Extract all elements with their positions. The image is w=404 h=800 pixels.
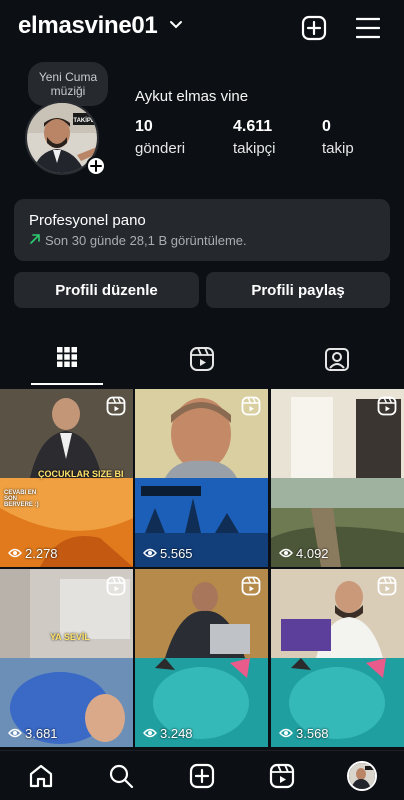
reel-badge-icon — [241, 576, 261, 596]
reels-icon — [189, 346, 215, 377]
view-count: 3.248 — [143, 726, 193, 741]
view-count: 3.681 — [8, 726, 58, 741]
eye-icon — [8, 546, 22, 561]
tagged-icon — [324, 346, 350, 377]
dashboard-title: Profesyonel pano — [29, 212, 146, 229]
posts-grid: ÇOCUKLAR SIZE BI CEVABI EN SON BERVERE :… — [0, 389, 404, 749]
professional-dashboard[interactable]: Profesyonel pano Son 30 günde 28,1 B gör… — [14, 199, 390, 261]
create-icon[interactable] — [187, 761, 217, 791]
reel-badge-icon — [241, 396, 261, 416]
edit-profile-button[interactable]: Profili düzenle — [14, 272, 199, 308]
reel-badge-icon — [377, 396, 397, 416]
followers-label: takipçi — [233, 140, 276, 157]
post-caption-4: YA SEVİL — [50, 632, 90, 642]
tab-grid[interactable] — [0, 340, 134, 386]
home-icon[interactable] — [26, 761, 56, 791]
post-caption-1: ÇOCUKLAR SIZE BI — [38, 469, 124, 479]
tab-tagged[interactable] — [270, 340, 404, 386]
menu-icon[interactable] — [352, 12, 384, 44]
active-tab-indicator — [31, 383, 103, 385]
followers-count: 4.611 — [233, 118, 273, 135]
post-thumbnail-2[interactable]: 5.565 — [135, 389, 268, 567]
username-switcher[interactable]: elmasvine01 — [18, 12, 158, 40]
add-story-icon[interactable] — [86, 156, 106, 176]
profile-nav-avatar[interactable] — [347, 761, 377, 791]
reel-badge-icon — [106, 396, 126, 416]
reels-nav-icon[interactable] — [267, 761, 297, 791]
post-thumbnail-4[interactable]: YA SEVİL 3.681 — [0, 569, 133, 747]
grid-icon — [56, 346, 78, 373]
avatar — [347, 761, 377, 791]
post-thumbnail-1[interactable]: ÇOCUKLAR SIZE BI CEVABI EN SON BERVERE :… — [0, 389, 133, 567]
followers-stat[interactable]: 4.611 takipçi — [233, 118, 276, 157]
profile-tabs — [0, 340, 404, 386]
following-stat[interactable]: 0 takip — [322, 118, 354, 157]
new-post-icon[interactable] — [298, 12, 330, 44]
dashboard-views-text: Son 30 günde 28,1 B görüntüleme. — [45, 233, 247, 248]
posts-label: gönderi — [135, 140, 186, 157]
following-label: takip — [322, 140, 354, 157]
profile-note[interactable]: Yeni Cuma müziği — [28, 62, 108, 106]
chevron-down-icon[interactable] — [169, 18, 183, 37]
trend-up-icon — [29, 233, 41, 248]
eye-icon — [279, 546, 293, 561]
svg-text:TAKİPET: TAKİPET — [73, 117, 99, 124]
view-count: 4.092 — [279, 546, 329, 561]
search-icon[interactable] — [106, 761, 136, 791]
bottom-navigation — [0, 750, 404, 800]
top-bar: elmasvine01 — [0, 0, 404, 52]
post-thumbnail-5[interactable]: 3.248 — [135, 569, 268, 747]
post-thumbnail-6[interactable]: 3.568 — [271, 569, 404, 747]
following-count: 0 — [322, 118, 331, 135]
eye-icon — [8, 726, 22, 741]
view-count: 5.565 — [143, 546, 193, 561]
tab-reels[interactable] — [135, 340, 269, 386]
reel-badge-icon — [106, 576, 126, 596]
post-caption-1-small: CEVABI EN SON BERVERE :) — [4, 490, 39, 508]
eye-icon — [279, 726, 293, 741]
eye-icon — [143, 726, 157, 741]
post-thumbnail-3[interactable]: 4.092 — [271, 389, 404, 567]
share-profile-button[interactable]: Profili paylaş — [206, 272, 390, 308]
view-count: 2.278 — [8, 546, 58, 561]
posts-stat[interactable]: 10 gönderi — [135, 118, 185, 157]
eye-icon — [143, 546, 157, 561]
reel-badge-icon — [377, 576, 397, 596]
display-name: Aykut elmas vine — [135, 88, 249, 105]
dashboard-subtitle: Son 30 günde 28,1 B görüntüleme. — [29, 233, 375, 248]
profile-avatar[interactable]: TAKİPET — [25, 101, 109, 185]
posts-count: 10 — [135, 118, 153, 135]
view-count: 3.568 — [279, 726, 329, 741]
